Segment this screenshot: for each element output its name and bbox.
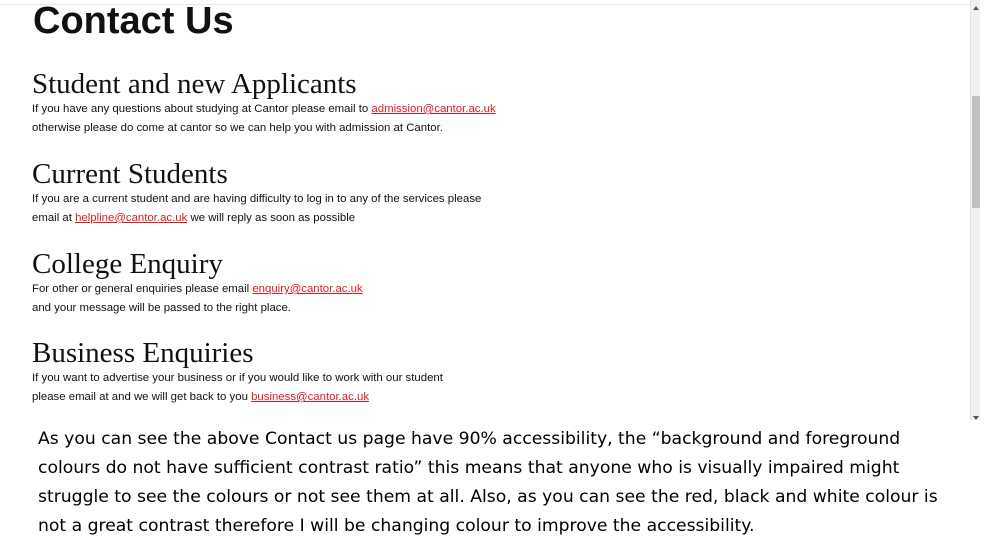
vertical-scrollbar[interactable] [970,0,980,420]
page-title: Contact Us [33,0,234,42]
section-student-applicants: Student and new Applicants If you have a… [32,68,496,138]
text-span: For other or general enquiries please em… [32,283,253,295]
section-heading: Business Enquiries [32,337,254,369]
section-current-students: Current Students If you are a current st… [32,158,481,228]
section-text: and your message will be passed to the r… [32,302,291,314]
scroll-up-arrow-icon[interactable] [973,6,979,10]
text-span: we will reply as soon as possible [187,212,356,224]
section-text: If you are a current student and are hav… [32,193,482,205]
section-heading: College Enquiry [32,248,223,280]
section-text: email at helpline@cantor.ac.uk we will r… [32,209,481,228]
section-heading: Student and new Applicants [32,68,357,100]
text-span: email at [32,212,76,224]
section-text: If you want to advertise your business o… [32,372,443,384]
section-text: please email at and we will get back to … [32,388,443,407]
enquiry-email-link[interactable]: enquiry@cantor.ac.uk [252,283,362,295]
business-email-link[interactable]: business@cantor.ac.uk [251,391,369,403]
scrollbar-thumb[interactable] [972,96,980,208]
admission-email-link[interactable]: admission@cantor.ac.uk [371,103,495,115]
helpline-email-link[interactable]: helpline@cantor.ac.uk [75,212,187,224]
text-span: please email at and we will get back to … [32,391,252,403]
scroll-down-arrow-icon[interactable] [973,416,979,420]
section-college-enquiry: College Enquiry For other or general enq… [32,248,363,318]
accessibility-caption: As you can see the above Contact us page… [38,429,938,536]
text-span: If you have any questions about studying… [32,103,372,115]
section-text: otherwise please do come at cantor so we… [32,122,443,134]
webpage-viewport: Contact Us Student and new Applicants If… [0,0,980,420]
section-business-enquiries: Business Enquiries If you want to advert… [32,337,443,407]
section-text: If you have any questions about studying… [32,100,496,119]
section-text: For other or general enquiries please em… [32,280,363,299]
section-heading: Current Students [32,158,228,190]
